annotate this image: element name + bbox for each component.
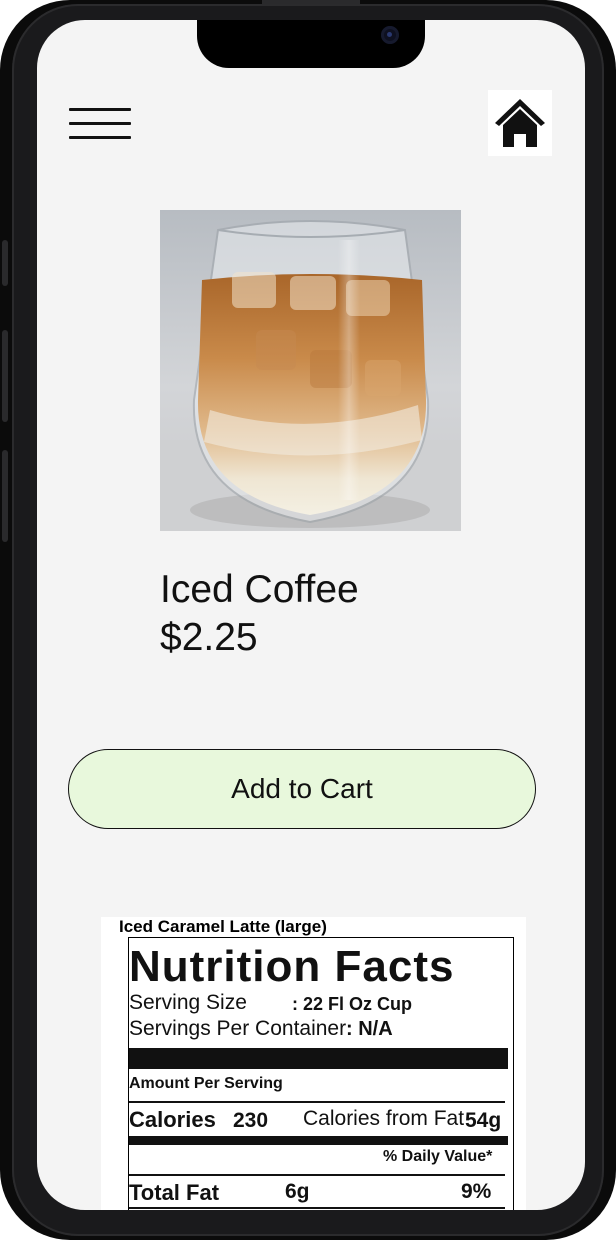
total-fat-amount: 6g (285, 1180, 310, 1203)
daily-value-header: % Daily Value* (383, 1148, 493, 1165)
notch (197, 20, 425, 68)
phone-frame: Iced Coffee $2.25 Add to Cart Iced Caram… (0, 0, 616, 1240)
nutrition-thin-divider (129, 1101, 505, 1103)
phone-volume-up-button (2, 330, 8, 422)
nutrition-label: Iced Caramel Latte (large) Nutrition Fac… (101, 917, 526, 1210)
product-price: $2.25 (160, 616, 258, 659)
serving-size-label: Serving Size (129, 991, 247, 1014)
nutrition-medium-divider (129, 1136, 508, 1145)
serving-size-value: : 22 Fl Oz Cup (292, 994, 413, 1014)
home-icon (495, 99, 545, 147)
product-name: Iced Coffee (160, 568, 359, 611)
nutrition-title: Nutrition Facts (129, 942, 455, 991)
calories-label: Calories (129, 1107, 216, 1132)
nutrition-thick-divider (129, 1048, 508, 1069)
amount-per-serving: Amount Per Serving (129, 1075, 283, 1092)
phone-volume-down-button (2, 450, 8, 542)
calories-from-fat-value: 54g (465, 1109, 502, 1132)
app-screen: Iced Coffee $2.25 Add to Cart Iced Caram… (37, 20, 585, 1210)
nutrition-caption: Iced Caramel Latte (large) (119, 917, 327, 936)
calories-value: 230 (233, 1109, 269, 1132)
nutrition-thin-divider-3 (129, 1207, 505, 1209)
nutrition-thin-divider-2 (129, 1174, 505, 1176)
product-image (160, 210, 461, 531)
front-camera-icon (381, 26, 399, 44)
add-to-cart-button[interactable]: Add to Cart (68, 749, 536, 829)
servings-per-container-label: Servings Per Container (129, 1017, 347, 1040)
servings-per-container-value: : N/A (346, 1018, 393, 1040)
hamburger-menu-icon[interactable] (69, 106, 131, 144)
total-fat-label: Total Fat (129, 1180, 220, 1205)
total-fat-percent: 9% (461, 1180, 492, 1203)
home-button[interactable] (488, 90, 552, 156)
phone-side-button (2, 240, 8, 286)
calories-from-fat-label: Calories from Fat (303, 1107, 465, 1130)
